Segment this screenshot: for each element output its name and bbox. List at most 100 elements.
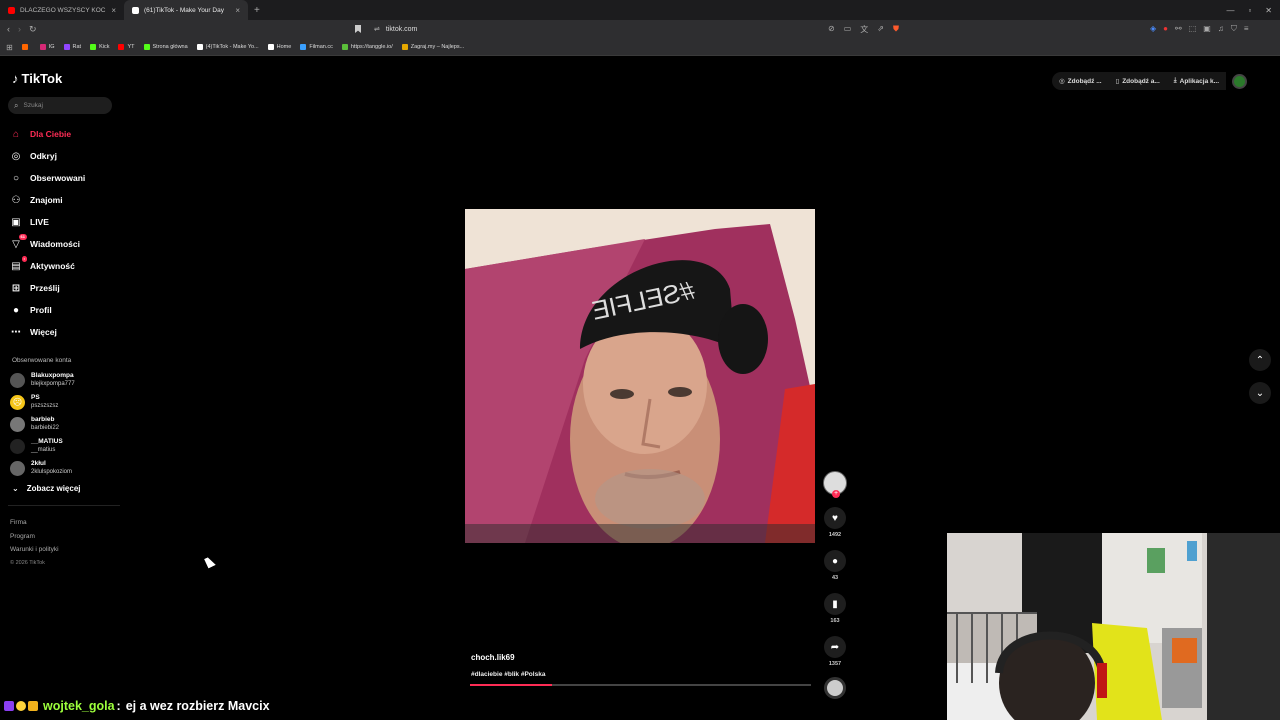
bookmark-label: https://tanggle.io/ [350, 44, 393, 50]
sidebar-item-compass[interactable]: ◎ Odkryj [10, 145, 120, 167]
previous-video-button[interactable]: ⌃ [1249, 349, 1271, 371]
followed-account[interactable]: __MATIUS __matius [10, 435, 120, 457]
address-bar-actions: ⊘ ▭ 文 ⇗ ⛊ [828, 24, 899, 35]
divider [8, 505, 120, 506]
new-tab-button[interactable]: + [248, 5, 266, 16]
home-icon: ⌂ [12, 128, 20, 140]
video-author[interactable]: choch.lik69 [471, 653, 515, 662]
extensions-icon[interactable]: ⬚ [1189, 24, 1197, 34]
vpn-icon[interactable]: ⚯ [1175, 24, 1182, 34]
get-coins-label: Zdobądź ... [1067, 77, 1102, 85]
music-icon[interactable]: ♫ [1218, 24, 1224, 34]
video-progress-bar[interactable] [470, 684, 811, 686]
account-username: pszszszsz [31, 403, 59, 409]
bookmark-item[interactable]: IG [39, 44, 55, 50]
minimize-icon[interactable]: — [1226, 6, 1234, 15]
bookmark-item[interactable] [21, 44, 31, 50]
back-icon[interactable]: ‹ [7, 24, 10, 35]
address-bar[interactable]: ⇌ tiktok.com [374, 25, 417, 33]
bookmark-favicon-icon [39, 44, 46, 50]
bookmark-favicon-icon [267, 44, 274, 50]
bookmark-item[interactable]: Filman.cc [300, 44, 333, 50]
footer-link-terms[interactable]: Warunki i polityki [10, 543, 59, 557]
bookmark-item[interactable]: https://tanggle.io/ [341, 44, 393, 50]
menu-icon[interactable]: ≡ [1244, 24, 1249, 34]
extensions-area: ◈ ● ⚯ ⬚ ▣ ♫ ⛉ ≡ [1150, 24, 1249, 34]
sidebar-item-label: Obserwowani [30, 173, 86, 183]
share-icon[interactable]: ⇗ [877, 24, 884, 35]
sidebar-item-following[interactable]: ○ Obserwowani [10, 167, 120, 189]
sidebar-item-profile[interactable]: ● Profil [10, 299, 120, 321]
browser-tab-2[interactable]: (61)TikTok - Make Your Day × [124, 0, 248, 20]
sidebar-item-activity[interactable]: ▤ • Aktywność [10, 255, 120, 277]
search-input[interactable]: ⌕ Szukaj [8, 97, 112, 114]
bookmark-item[interactable]: YT [118, 44, 135, 50]
video-player[interactable]: #SELFIE [465, 209, 815, 543]
bookmark-item[interactable]: Strona główna [143, 44, 188, 50]
close-tab-icon[interactable]: × [235, 6, 240, 15]
footer-links: Firma Program Warunki i polityki © 2026 … [10, 516, 59, 570]
followed-account[interactable]: barbieb barbiebi22 [10, 413, 120, 435]
site-info-icon[interactable]: ⇌ [374, 26, 380, 33]
browser-tab-1[interactable]: DLACZEGO WSZYSCY KOCHAJĄ MA × [0, 0, 124, 20]
restore-icon[interactable]: ▫ [1248, 6, 1251, 15]
tab-title: (61)TikTok - Make Your Day [144, 6, 224, 14]
desktop-app-button[interactable]: ⤓ Aplikacja k... [1166, 72, 1227, 90]
see-more-button[interactable]: ⌄ Zobacz więcej [12, 484, 81, 493]
youtube-favicon-icon [8, 6, 15, 14]
sidebar-item-home[interactable]: ⌂ Dla Ciebie [10, 123, 120, 145]
get-app-button[interactable]: ▯ Zdobądź a... [1108, 72, 1167, 90]
bookmark-item[interactable]: Kick [90, 44, 109, 50]
bookmark-favicon-icon [143, 44, 150, 50]
shield-icon[interactable]: ⛉ [1231, 24, 1237, 34]
close-window-icon[interactable]: ✕ [1265, 6, 1272, 15]
chevron-down-icon: ⌄ [12, 484, 19, 493]
bookmark-item[interactable]: (4)TikTok - Make Yo... [196, 44, 259, 50]
author-avatar[interactable]: + [823, 471, 847, 498]
notification-badge: • [21, 256, 27, 262]
get-coins-button[interactable]: ◎ Zdobądź ... [1052, 72, 1109, 90]
footer-link-program[interactable]: Program [10, 530, 59, 544]
like-button[interactable]: ♥ [824, 507, 846, 529]
save-button[interactable]: ▮ [824, 593, 846, 615]
followed-account[interactable]: Blakuxpompa blejkxpompa777 [10, 369, 120, 391]
sidebar-item-live[interactable]: ▣ LIVE [10, 211, 120, 233]
music-disc-icon[interactable] [824, 677, 846, 699]
tiktok-logo[interactable]: ♪ TikTok [12, 71, 62, 86]
share-button[interactable]: ➦ [824, 636, 846, 658]
translate-icon[interactable]: 文 [860, 24, 868, 35]
chat-separator: : [116, 699, 121, 713]
wallet-icon[interactable]: ◈ [1150, 24, 1156, 34]
forward-icon[interactable]: › [18, 24, 21, 35]
bookmark-item[interactable]: Rat [63, 44, 81, 50]
reload-icon[interactable]: ↻ [29, 24, 37, 35]
comment-button[interactable]: ● [824, 550, 846, 572]
footer-link-company[interactable]: Firma [10, 516, 59, 530]
share-count: 1357 [828, 661, 842, 667]
bookmark-label: YT [127, 44, 135, 50]
apps-grid-icon[interactable]: ⊞ [6, 43, 13, 52]
close-tab-icon[interactable]: × [111, 6, 116, 15]
screen-icon[interactable]: ▭ [844, 24, 852, 35]
follow-plus-icon[interactable]: + [832, 490, 840, 498]
followed-account[interactable]: 2kłul 2klulspokoziom [10, 457, 120, 479]
bookmark-page-icon[interactable] [355, 25, 361, 33]
video-hashtags[interactable]: #dlaciebie #blik #Polska [471, 671, 545, 678]
brave-shield-icon[interactable]: ⛊ [893, 24, 899, 35]
cast-icon[interactable]: ⊘ [828, 24, 835, 35]
activity-icon: ▤ • [11, 256, 27, 272]
see-more-label: Zobacz więcej [26, 484, 81, 493]
sidebar-item-messages[interactable]: ▽ 61 Wiadomości [10, 233, 120, 255]
next-video-button[interactable]: ⌄ [1249, 382, 1271, 404]
bookmark-item[interactable]: Home [267, 44, 291, 50]
sidebar-item-friends[interactable]: ⚇ Znajomi [10, 189, 120, 211]
webcam-image [947, 533, 1280, 720]
followed-account[interactable]: ☹ PS pszszszsz [10, 391, 120, 413]
bookmark-item[interactable]: Zagraj.my – Najleps... [401, 44, 464, 50]
record-icon[interactable]: ● [1163, 24, 1168, 34]
sidebar-item-upload[interactable]: ⊞ Prześlij [10, 277, 120, 299]
sidebar-icon[interactable]: ▣ [1203, 24, 1211, 34]
sidebar-item-more[interactable]: ⋯ Więcej [10, 321, 120, 343]
bookmarks-bar: ⊞ IG Rat Kick YT Strona główna (4)TikTok - Mak… [0, 39, 1280, 56]
profile-avatar[interactable] [1232, 73, 1248, 89]
